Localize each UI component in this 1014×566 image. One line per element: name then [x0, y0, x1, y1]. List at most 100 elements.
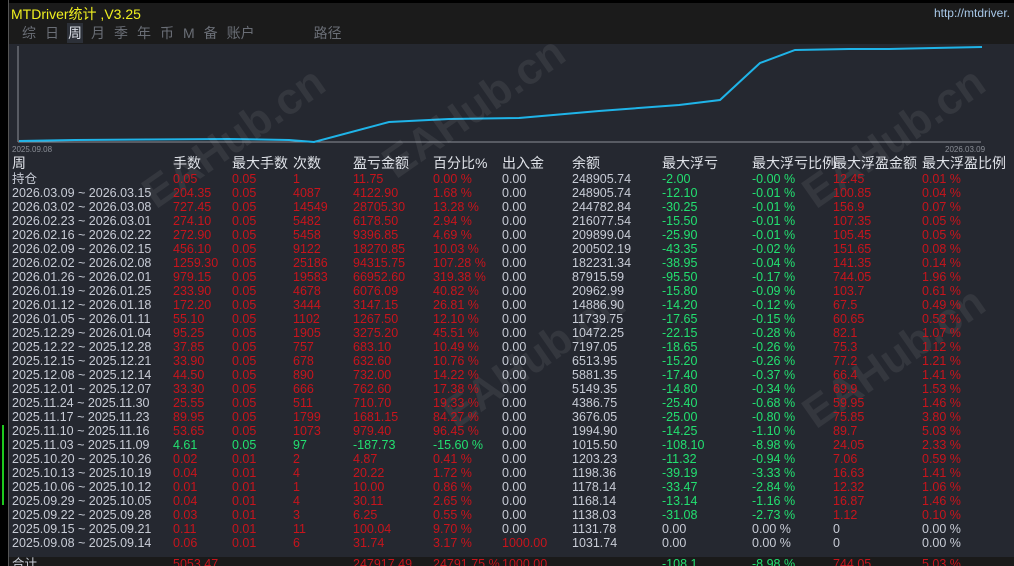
table-cell: 0.00: [502, 382, 527, 396]
tab-0[interactable]: 综: [21, 23, 37, 43]
column-header[interactable]: 余额: [572, 156, 600, 170]
table-cell: 0.49 %: [922, 298, 961, 312]
table-row[interactable]: 2025.10.20 ~ 2025.10.26 0.02 0.01 2 4.87 0.41…: [9, 452, 1014, 466]
table-cell: 67.5: [833, 298, 858, 312]
column-header[interactable]: 最大手数: [232, 156, 288, 170]
column-header[interactable]: 最大浮亏: [662, 156, 718, 170]
table-cell: -8.98 %: [752, 438, 796, 452]
table-row[interactable]: 2025.11.03 ~ 2025.11.09 4.61 0.05 97 -187.73…: [9, 438, 1014, 452]
table-row[interactable]: 2025.11.17 ~ 2025.11.23 89.95 0.05 1799 1681…: [9, 410, 1014, 424]
column-header[interactable]: 盈亏金额: [353, 156, 409, 170]
table-cell: 16.63: [833, 466, 865, 480]
total-cell: -8.98 %: [752, 557, 796, 566]
table-cell: 6.25: [353, 508, 378, 522]
column-header[interactable]: 次数: [293, 156, 321, 170]
table-row[interactable]: 2026.01.19 ~ 2026.01.25 233.90 0.05 4678 607…: [9, 284, 1014, 298]
table-cell: 4.61: [173, 438, 198, 452]
tab-9[interactable]: 账户: [226, 23, 256, 43]
table-cell: 0.00: [502, 200, 527, 214]
table-row[interactable]: 2026.01.12 ~ 2026.01.18 172.20 0.05 3444 314…: [9, 298, 1014, 312]
tab-1[interactable]: 日: [44, 23, 60, 43]
table-cell: 1: [293, 480, 300, 494]
table-cell: 75.85: [833, 410, 865, 424]
table-row[interactable]: 2025.09.08 ~ 2025.09.14 0.06 0.01 6 31.74 3.1…: [9, 536, 1014, 550]
column-header[interactable]: 最大浮亏比例: [752, 156, 836, 170]
table-cell: 200502.19: [572, 242, 632, 256]
website-link[interactable]: http://mtdriver.: [934, 6, 1010, 20]
table-cell: 97: [293, 438, 307, 452]
table-cell: 18270.85: [353, 242, 406, 256]
tab-10[interactable]: 路径: [313, 23, 343, 43]
tab-4[interactable]: 季: [113, 23, 129, 43]
table-row[interactable]: 持仓 0.05 0.05 1 11.75 0.00 % 0.00 248905.74 -2.00…: [9, 172, 1014, 186]
table-cell: 0.00: [502, 312, 527, 326]
table-cell: 16.87: [833, 494, 865, 508]
tab-2[interactable]: 周: [67, 23, 83, 43]
table-cell: 2025.12.08 ~ 2025.12.14: [12, 368, 152, 382]
column-header[interactable]: 最大浮盈比例: [922, 156, 1006, 170]
table-row[interactable]: 2026.03.02 ~ 2026.03.08 727.45 0.05 14549 28…: [9, 200, 1014, 214]
table-cell: 1102: [293, 312, 320, 326]
table-row[interactable]: 2025.12.29 ~ 2026.01.04 95.25 0.05 1905 3275…: [9, 326, 1014, 340]
table-cell: 59.95: [833, 396, 865, 410]
table-cell: -95.50: [662, 270, 698, 284]
table-row[interactable]: 2025.12.08 ~ 2025.12.14 44.50 0.05 890 732.0…: [9, 368, 1014, 382]
column-header[interactable]: 手数: [173, 156, 201, 170]
table-row[interactable]: 2025.12.15 ~ 2025.12.21 33.90 0.05 678 632.6…: [9, 354, 1014, 368]
table-cell: -0.09 %: [752, 284, 796, 298]
table-cell: 0.05: [232, 438, 257, 452]
table-row[interactable]: 2025.09.29 ~ 2025.10.05 0.04 0.01 4 30.11 2.6…: [9, 494, 1014, 508]
table-cell: 6178.50: [353, 214, 399, 228]
table-row[interactable]: 2026.01.05 ~ 2026.01.11 55.10 0.05 1102 1267…: [9, 312, 1014, 326]
table-row[interactable]: 2025.09.15 ~ 2025.09.21 0.11 0.01 11 100.04 9…: [9, 522, 1014, 536]
table-cell: 25.55: [173, 396, 205, 410]
table-cell: 69.9: [833, 382, 858, 396]
table-row[interactable]: 2026.02.09 ~ 2026.02.15 456.10 0.05 9122 182…: [9, 242, 1014, 256]
tab-5[interactable]: 年: [136, 23, 152, 43]
table-cell: 7.06: [833, 452, 858, 466]
column-header[interactable]: 最大浮盈金额: [833, 156, 917, 170]
table-cell: 1.41 %: [922, 466, 961, 480]
table-cell: 0.05 %: [922, 228, 961, 242]
table-cell: -25.00: [662, 410, 698, 424]
table-row[interactable]: 2026.01.26 ~ 2026.02.01 979.15 0.05 19583 66…: [9, 270, 1014, 284]
table-cell: 0.11: [173, 522, 197, 536]
total-row: 合计 5053.47 247917.49 24791.75 % 1000.00 -108.…: [9, 557, 1014, 566]
column-header[interactable]: 百分比%: [433, 156, 487, 170]
table-cell: 1.46 %: [922, 494, 961, 508]
column-header[interactable]: 周: [12, 156, 26, 170]
table-cell: 172.20: [173, 298, 212, 312]
table-row[interactable]: 2025.10.06 ~ 2025.10.12 0.01 0.01 1 10.00 0.8…: [9, 480, 1014, 494]
table-cell: 732.00: [353, 368, 392, 382]
table-row[interactable]: 2025.10.13 ~ 2025.10.19 0.04 0.01 4 20.22 1.7…: [9, 466, 1014, 480]
table-row[interactable]: 2026.02.23 ~ 2026.03.01 274.10 0.05 5482 617…: [9, 214, 1014, 228]
table-cell: 2026.02.16 ~ 2026.02.22: [12, 228, 152, 242]
column-header[interactable]: 出入金: [502, 156, 544, 170]
table-row[interactable]: 2025.09.22 ~ 2025.09.28 0.03 0.01 3 6.25 0.55…: [9, 508, 1014, 522]
table-cell: 0.05: [232, 298, 257, 312]
table-cell: 2025.12.22 ~ 2025.12.28: [12, 340, 152, 354]
tab-7[interactable]: M: [182, 25, 196, 41]
table-row[interactable]: 2025.12.01 ~ 2025.12.07 33.30 0.05 666 762.6…: [9, 382, 1014, 396]
table-cell: 96.45 %: [433, 424, 479, 438]
table-row[interactable]: 2026.03.09 ~ 2026.03.15 204.35 0.05 4087 412…: [9, 186, 1014, 200]
table-cell: 0.00: [502, 340, 527, 354]
table-cell: 0.05 %: [922, 214, 961, 228]
table-cell: 5.03 %: [922, 424, 961, 438]
table-cell: 2025.10.20 ~ 2025.10.26: [12, 452, 152, 466]
table-cell: 5482: [293, 214, 321, 228]
table-cell: 0.01: [232, 452, 257, 466]
tab-8[interactable]: 备: [203, 23, 219, 43]
tab-6[interactable]: 币: [159, 23, 175, 43]
table-row[interactable]: 2026.02.16 ~ 2026.02.22 272.90 0.05 5458 939…: [9, 228, 1014, 242]
table-cell: 1267.50: [353, 312, 399, 326]
table-cell: 0.05: [232, 172, 257, 186]
table-row[interactable]: 2025.12.22 ~ 2025.12.28 37.85 0.05 757 683.1…: [9, 340, 1014, 354]
table-row[interactable]: 2025.11.24 ~ 2025.11.30 25.55 0.05 511 710.7…: [9, 396, 1014, 410]
table-cell: 0.55 %: [433, 508, 472, 522]
table-cell: 2026.02.09 ~ 2026.02.15: [12, 242, 152, 256]
table-cell: 632.60: [353, 354, 392, 368]
tab-3[interactable]: 月: [90, 23, 106, 43]
table-row[interactable]: 2026.02.02 ~ 2026.02.08 1259.30 0.05 25186 9…: [9, 256, 1014, 270]
table-row[interactable]: 2025.11.10 ~ 2025.11.16 53.65 0.05 1073 979.…: [9, 424, 1014, 438]
